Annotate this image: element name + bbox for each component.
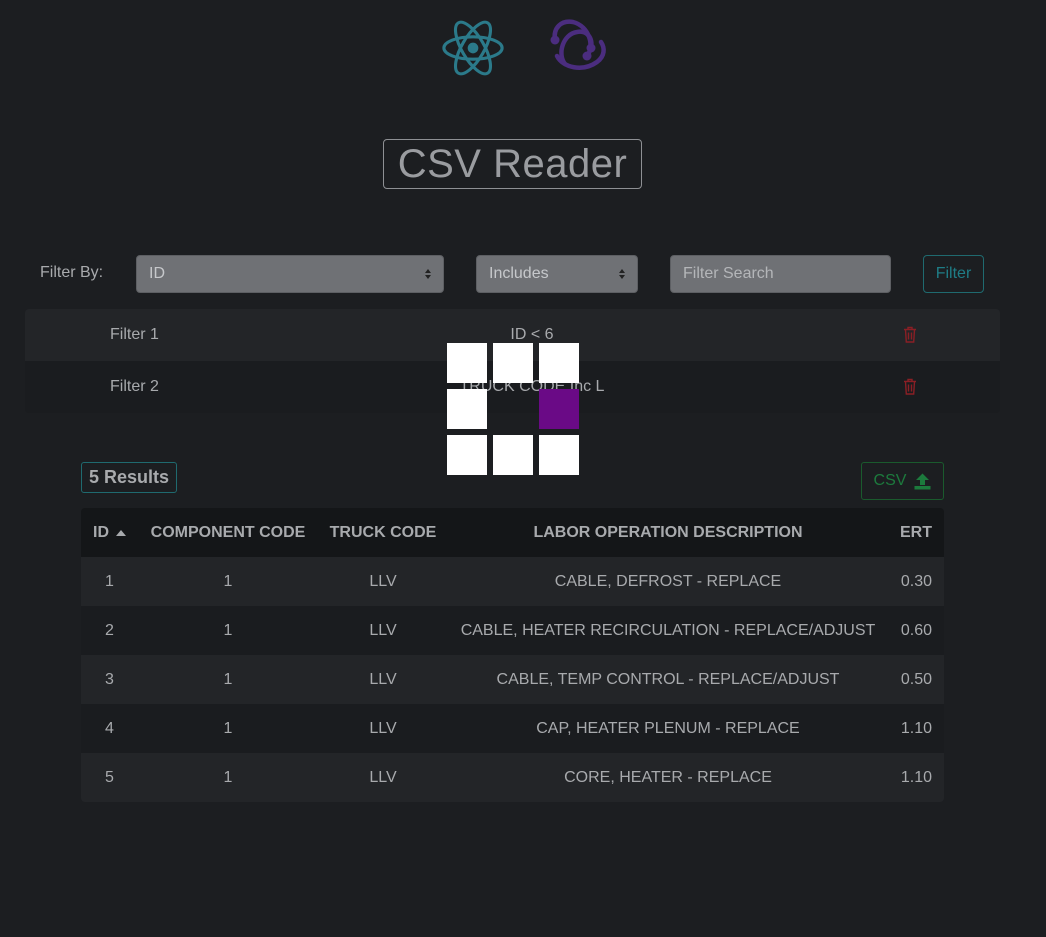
loader-square bbox=[493, 343, 533, 383]
filter-field-select[interactable]: ID bbox=[136, 255, 444, 293]
filter-by-label: Filter By: bbox=[40, 264, 104, 281]
filter-operator-selected: Includes bbox=[489, 265, 549, 282]
cell-description: CORE, HEATER - REPLACE bbox=[564, 768, 772, 786]
upload-icon bbox=[914, 473, 931, 489]
cell-component-code: 1 bbox=[223, 719, 233, 737]
cell-ert: 0.60 bbox=[900, 621, 932, 639]
csv-export-button[interactable]: CSV bbox=[861, 462, 944, 500]
filter-field-selected: ID bbox=[149, 265, 165, 282]
cell-component-code: 1 bbox=[223, 572, 233, 590]
filter-operator-select[interactable]: Includes bbox=[476, 255, 638, 293]
cell-component-code: 1 bbox=[223, 621, 233, 639]
column-header-id[interactable]: ID bbox=[81, 524, 138, 542]
loader-square bbox=[447, 435, 487, 475]
sort-ascending-icon bbox=[116, 529, 126, 536]
table-row: 3 1 LLV CABLE, TEMP CONTROL - REPLACE/AD… bbox=[81, 655, 944, 704]
filter-search-input[interactable] bbox=[670, 255, 891, 293]
trash-icon[interactable] bbox=[903, 326, 917, 343]
cell-ert: 0.30 bbox=[900, 572, 932, 590]
filter-expression: ID < 6 bbox=[510, 326, 554, 343]
cell-truck-code: LLV bbox=[369, 768, 397, 786]
page-title: CSV Reader bbox=[383, 139, 642, 189]
page-title-text: CSV Reader bbox=[397, 141, 628, 186]
cell-description: CAP, HEATER PLENUM - REPLACE bbox=[536, 719, 800, 737]
cell-ert: 0.50 bbox=[900, 670, 932, 688]
table-header-row: ID COMPONENT CODE TRUCK CODE LABOR OPERA… bbox=[81, 508, 944, 557]
redux-logo-icon bbox=[550, 19, 606, 70]
cell-ert: 1.10 bbox=[900, 719, 932, 737]
results-table: ID COMPONENT CODE TRUCK CODE LABOR OPERA… bbox=[81, 508, 944, 802]
table-row: 2 1 LLV CABLE, HEATER RECIRCULATION - RE… bbox=[81, 606, 944, 655]
csv-button-label: CSV bbox=[873, 472, 907, 489]
cell-id: 2 bbox=[105, 621, 114, 639]
table-row: 1 1 LLV CABLE, DEFROST - REPLACE 0.30 bbox=[81, 557, 944, 606]
column-header-truck-code[interactable]: TRUCK CODE bbox=[318, 524, 448, 542]
cell-component-code: 1 bbox=[223, 670, 233, 688]
select-caret-icon bbox=[425, 269, 431, 279]
csv-reader-page: CSV Reader Filter By: ID Includes Filter… bbox=[0, 0, 1046, 937]
results-count-badge: 5 Results bbox=[81, 462, 177, 493]
cell-component-code: 1 bbox=[223, 768, 233, 786]
filter-button[interactable]: Filter bbox=[923, 255, 984, 293]
column-header-ert[interactable]: ERT bbox=[888, 524, 944, 542]
column-header-labor-operation-description[interactable]: LABOR OPERATION DESCRIPTION bbox=[448, 524, 888, 542]
cell-id: 4 bbox=[105, 719, 114, 737]
react-logo-icon bbox=[442, 20, 504, 76]
loader-square-active bbox=[539, 389, 579, 429]
results-count-text: 5 Results bbox=[88, 467, 170, 487]
cell-id: 1 bbox=[105, 572, 114, 590]
loader-square bbox=[539, 435, 579, 475]
table-row: 4 1 LLV CAP, HEATER PLENUM - REPLACE 1.1… bbox=[81, 704, 944, 753]
trash-icon[interactable] bbox=[903, 378, 917, 395]
column-header-component-code[interactable]: COMPONENT CODE bbox=[138, 524, 318, 542]
cell-truck-code: LLV bbox=[369, 572, 397, 590]
cell-id: 5 bbox=[105, 768, 114, 786]
cell-description: CABLE, HEATER RECIRCULATION - REPLACE/AD… bbox=[460, 621, 876, 639]
cell-truck-code: LLV bbox=[369, 670, 397, 688]
column-header-label: ID bbox=[93, 523, 109, 541]
loader-square bbox=[447, 389, 487, 429]
cell-id: 3 bbox=[105, 670, 114, 688]
loader-square bbox=[493, 435, 533, 475]
cell-truck-code: LLV bbox=[369, 621, 397, 639]
loading-spinner bbox=[447, 343, 579, 475]
cell-description: CABLE, DEFROST - REPLACE bbox=[554, 572, 782, 590]
cell-ert: 1.10 bbox=[900, 768, 932, 786]
select-caret-icon bbox=[619, 269, 625, 279]
cell-truck-code: LLV bbox=[369, 719, 397, 737]
loader-square bbox=[447, 343, 487, 383]
table-row: 5 1 LLV CORE, HEATER - REPLACE 1.10 bbox=[81, 753, 944, 802]
cell-description: CABLE, TEMP CONTROL - REPLACE/ADJUST bbox=[496, 670, 840, 688]
loader-square bbox=[539, 343, 579, 383]
